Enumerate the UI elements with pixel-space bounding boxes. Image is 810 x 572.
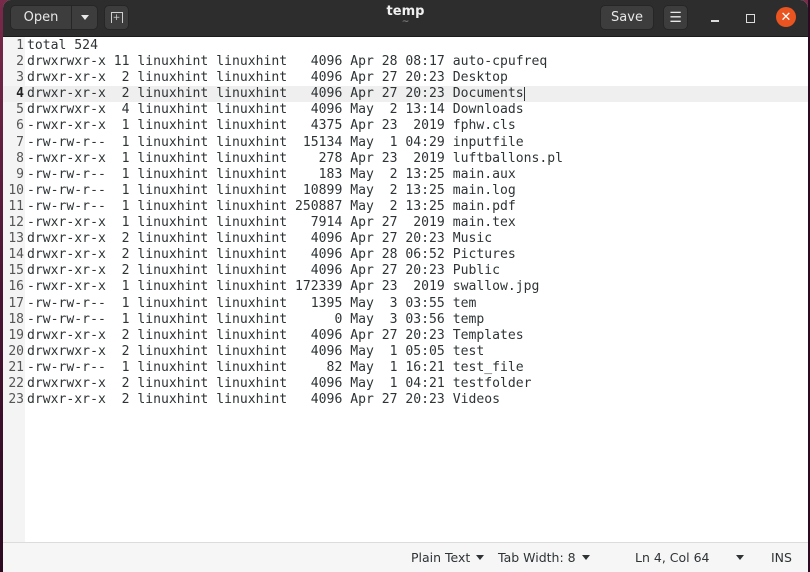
line-text[interactable]: drwxrwxr-x 11 linuxhint linuxhint 4096 A…: [27, 54, 547, 70]
line-number: 20: [8, 343, 24, 359]
close-icon: ✕: [780, 9, 792, 25]
line-number: 1: [16, 38, 24, 53]
line-text[interactable]: -rw-rw-r-- 1 linuxhint linuxhint 1395 Ma…: [27, 296, 476, 312]
line-text[interactable]: -rw-rw-r-- 1 linuxhint linuxhint 82 May …: [27, 360, 524, 376]
line-text[interactable]: -rw-rw-r-- 1 linuxhint linuxhint 0 May 3…: [27, 312, 484, 328]
line-text[interactable]: total 524: [27, 38, 98, 54]
line-text[interactable]: -rwxr-xr-x 1 linuxhint linuxhint 7914 Ap…: [27, 215, 516, 231]
text-line[interactable]: 16 -rwxr-xr-x 1 linuxhint linuxhint 17233…: [3, 279, 808, 295]
text-line[interactable]: 12 -rwxr-xr-x 1 linuxhint linuxhint 7914 …: [3, 215, 808, 231]
line-number: 11: [8, 198, 24, 214]
line-number: 4: [16, 86, 24, 102]
text-line[interactable]: 23 drwxr-xr-x 2 linuxhint linuxhint 4096 …: [3, 392, 808, 408]
text-line[interactable]: 13 drwxr-xr-x 2 linuxhint linuxhint 4096 …: [3, 231, 808, 247]
hamburger-menu-icon: ☰: [669, 9, 682, 26]
main-menu-button[interactable]: ☰: [663, 5, 688, 30]
insert-mode-label: INS: [771, 550, 792, 565]
text-line[interactable]: 6 -rwxr-xr-x 1 linuxhint linuxhint 4375 A…: [3, 118, 808, 134]
line-text[interactable]: drwxr-xr-x 2 linuxhint linuxhint 4096 Ap…: [27, 392, 500, 408]
line-number: 17: [8, 295, 24, 311]
text-line[interactable]: 5 drwxrwxr-x 4 linuxhint linuxhint 4096 M…: [3, 102, 808, 118]
text-line[interactable]: 1 total 524: [3, 38, 808, 54]
language-label: Plain Text: [411, 550, 471, 565]
position-menu-button[interactable]: [736, 555, 744, 560]
text-line[interactable]: 3 drwxr-xr-x 2 linuxhint linuxhint 4096 A…: [3, 70, 808, 86]
minimize-icon: [711, 20, 719, 22]
line-text[interactable]: drwxr-xr-x 2 linuxhint linuxhint 4096 Ap…: [27, 70, 508, 86]
line-number: 15: [8, 263, 24, 279]
close-button[interactable]: ✕: [776, 7, 796, 27]
line-text[interactable]: drwxr-xr-x 2 linuxhint linuxhint 4096 Ap…: [27, 263, 500, 279]
line-number: 12: [8, 215, 24, 231]
chevron-down-icon: [476, 555, 485, 560]
line-number: 16: [8, 279, 24, 295]
line-number: 13: [8, 231, 24, 247]
line-number: 14: [8, 247, 24, 263]
line-text[interactable]: -rw-rw-r-- 1 linuxhint linuxhint 15134 M…: [27, 135, 524, 151]
text-line[interactable]: 15 drwxr-xr-x 2 linuxhint linuxhint 4096 …: [3, 263, 808, 279]
text-line[interactable]: 7 -rw-rw-r-- 1 linuxhint linuxhint 15134 …: [3, 135, 808, 151]
maximize-icon: [745, 13, 755, 23]
line-number: 18: [8, 311, 24, 327]
status-bar: Plain Text Tab Width: 8 Ln 4, Col 64 INS: [3, 542, 808, 572]
line-number: 22: [8, 375, 24, 391]
line-text[interactable]: -rwxr-xr-x 1 linuxhint linuxhint 172339 …: [27, 279, 539, 295]
cursor-position-selector[interactable]: Ln 4, Col 64: [635, 550, 710, 565]
line-text[interactable]: -rwxr-xr-x 1 linuxhint linuxhint 4375 Ap…: [27, 118, 516, 134]
text-line[interactable]: 10 -rw-rw-r-- 1 linuxhint linuxhint 10899…: [3, 183, 808, 199]
save-button[interactable]: Save: [600, 5, 654, 30]
line-text[interactable]: drwxrwxr-x 2 linuxhint linuxhint 4096 Ma…: [27, 376, 532, 392]
text-line[interactable]: 11 -rw-rw-r-- 1 linuxhint linuxhint 25088…: [3, 199, 808, 215]
insert-mode-indicator[interactable]: INS: [771, 550, 792, 565]
line-text[interactable]: drwxrwxr-x 2 linuxhint linuxhint 4096 Ma…: [27, 344, 484, 360]
text-cursor: [523, 86, 525, 101]
line-number: 5: [16, 102, 24, 118]
line-text[interactable]: drwxr-xr-x 2 linuxhint linuxhint 4096 Ap…: [27, 328, 524, 344]
line-number: 8: [16, 150, 24, 166]
minimize-button[interactable]: [705, 8, 725, 28]
chevron-down-icon: [581, 555, 590, 560]
cursor-position-label: Ln 4, Col 64: [635, 550, 710, 565]
text-line[interactable]: 9 -rw-rw-r-- 1 linuxhint linuxhint 183 Ma…: [3, 167, 808, 183]
text-line[interactable]: 21 -rw-rw-r-- 1 linuxhint linuxhint 82 Ma…: [3, 360, 808, 376]
line-number: 7: [16, 134, 24, 150]
text-line[interactable]: 22 drwxrwxr-x 2 linuxhint linuxhint 4096 …: [3, 376, 808, 392]
line-text[interactable]: -rw-rw-r-- 1 linuxhint linuxhint 250887 …: [27, 199, 516, 215]
text-line[interactable]: 14 drwxr-xr-x 2 linuxhint linuxhint 4096 …: [3, 247, 808, 263]
line-number: 9: [16, 166, 24, 182]
text-line[interactable]: 8 -rwxr-xr-x 1 linuxhint linuxhint 278 Ap…: [3, 151, 808, 167]
line-text[interactable]: drwxr-xr-x 2 linuxhint linuxhint 4096 Ap…: [27, 231, 492, 247]
text-line[interactable]: 20 drwxrwxr-x 2 linuxhint linuxhint 4096 …: [3, 344, 808, 360]
tab-width-selector[interactable]: Tab Width: 8: [498, 550, 590, 565]
text-line[interactable]: 2 drwxrwxr-x 11 linuxhint linuxhint 4096 …: [3, 54, 808, 70]
line-text[interactable]: drwxr-xr-x 2 linuxhint linuxhint 4096 Ap…: [27, 86, 525, 102]
line-text[interactable]: -rwxr-xr-x 1 linuxhint linuxhint 278 Apr…: [27, 151, 563, 167]
line-number: 19: [8, 327, 24, 343]
chevron-down-icon: [736, 555, 744, 560]
text-editor-area[interactable]: 1 total 524 2 drwxrwxr-x 11 linuxhint linux…: [3, 37, 808, 542]
header-bar: Open + temp ~ Save ☰ ✕: [3, 0, 808, 37]
line-number: 3: [16, 70, 24, 86]
line-number: 6: [16, 118, 24, 134]
line-number: 2: [16, 54, 24, 70]
line-text[interactable]: -rw-rw-r-- 1 linuxhint linuxhint 10899 M…: [27, 183, 516, 199]
text-lines[interactable]: 1 total 524 2 drwxrwxr-x 11 linuxhint linux…: [3, 38, 808, 408]
text-line[interactable]: 18 -rw-rw-r-- 1 linuxhint linuxhint 0 May…: [3, 312, 808, 328]
line-number: 23: [8, 392, 24, 408]
language-selector[interactable]: Plain Text: [411, 550, 485, 565]
line-number: 10: [8, 182, 24, 198]
text-line[interactable]: 17 -rw-rw-r-- 1 linuxhint linuxhint 1395 …: [3, 296, 808, 312]
text-editor-window: Open + temp ~ Save ☰ ✕ 1 total 524 2 drwxrw…: [3, 0, 808, 572]
maximize-button[interactable]: [740, 8, 760, 28]
text-line[interactable]: 4 drwxr-xr-x 2 linuxhint linuxhint 4096 A…: [3, 86, 808, 103]
line-text[interactable]: drwxrwxr-x 4 linuxhint linuxhint 4096 Ma…: [27, 102, 524, 118]
line-text[interactable]: drwxr-xr-x 2 linuxhint linuxhint 4096 Ap…: [27, 247, 516, 263]
line-number: 21: [8, 359, 24, 375]
text-line[interactable]: 19 drwxr-xr-x 2 linuxhint linuxhint 4096 …: [3, 328, 808, 344]
tab-width-label: Tab Width: 8: [498, 550, 576, 565]
line-text[interactable]: -rw-rw-r-- 1 linuxhint linuxhint 183 May…: [27, 167, 516, 183]
